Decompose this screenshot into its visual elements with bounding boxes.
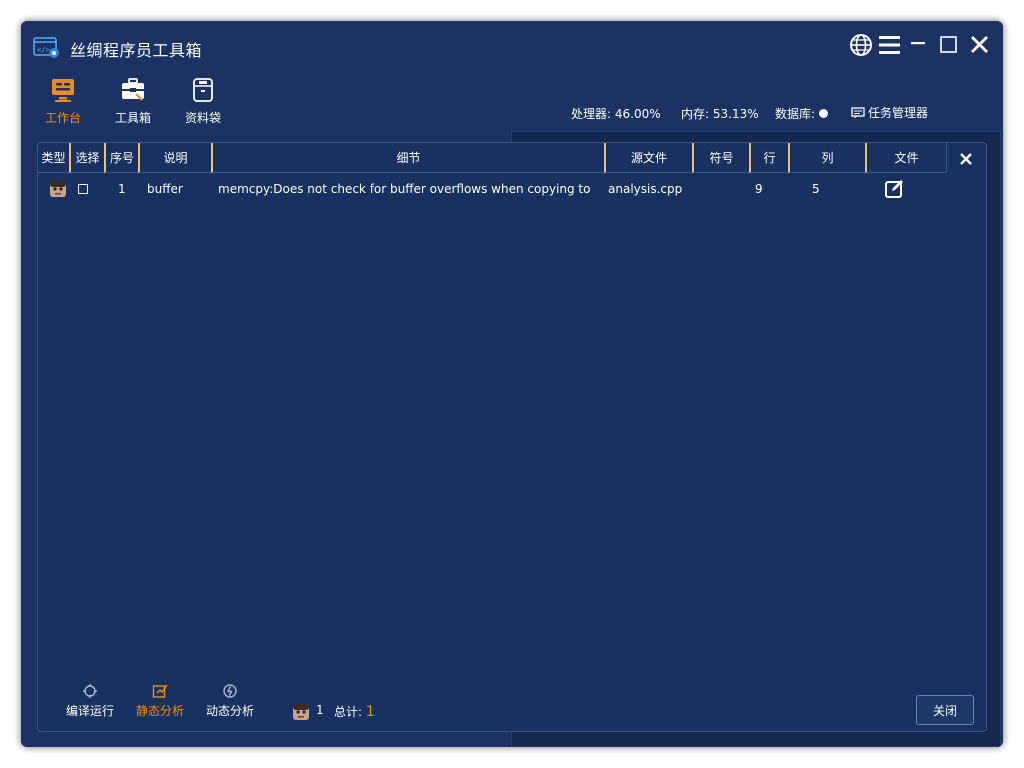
column-header-column[interactable]: 列 [788, 143, 865, 173]
issue-count: 1 [316, 703, 324, 717]
app-title: 丝绸程序员工具箱 [70, 41, 203, 60]
close-icon[interactable] [967, 32, 993, 58]
nav-label: 资料袋 [184, 111, 221, 125]
app-window: </> 丝绸程序员工具箱 工作台 工具箱 资料袋 处理器: 46.00% 内存:… [21, 21, 1003, 747]
row-source-file: analysis.cpp [608, 182, 683, 196]
cpu-usage: 处理器: 46.00% [571, 107, 661, 121]
static-analysis-icon [152, 684, 168, 698]
minimize-icon[interactable] [907, 32, 933, 58]
maximize-icon[interactable] [936, 32, 962, 58]
total-label: 总计: [334, 705, 363, 719]
database-label: 数据库: [775, 107, 816, 121]
total-summary: 总计: 1 [334, 703, 375, 720]
title-bar[interactable]: </> 丝绸程序员工具箱 [21, 21, 1003, 73]
nav-workbench[interactable]: 工作台 [33, 75, 93, 125]
nav-folder-bag[interactable]: 资料袋 [173, 75, 233, 125]
row-description: buffer [147, 182, 183, 196]
menu-icon[interactable] [877, 32, 903, 58]
compile-run-icon [83, 684, 97, 698]
folder-bag-icon [193, 78, 213, 102]
language-icon[interactable] [848, 32, 874, 58]
memory-usage: 内存: 53.13% [681, 107, 759, 121]
nav-toolbox[interactable]: 工具箱 [103, 75, 163, 125]
nav-label: 工作台 [44, 111, 81, 125]
row-select-checkbox[interactable] [78, 184, 88, 194]
static-analysis-dialog: 类型 选择 序号 说明 细节 源文件 符号 行 列 文件 1 buffer me… [37, 142, 987, 732]
column-header-symbol[interactable]: 符号 [692, 143, 749, 173]
task-manager-button[interactable]: 任务管理器 [851, 104, 928, 121]
toolbox-icon [122, 78, 144, 101]
task-manager-label: 任务管理器 [868, 106, 929, 120]
tab-compile-run[interactable]: 编译运行 [60, 683, 120, 719]
tab-dynamic-analysis[interactable]: 动态分析 [200, 683, 260, 719]
column-header-source[interactable]: 源文件 [604, 143, 692, 173]
tab-label: 动态分析 [205, 704, 254, 718]
column-header-type[interactable]: 类型 [38, 143, 69, 173]
footer-avatar-icon [293, 704, 309, 720]
dynamic-analysis-icon [223, 684, 237, 698]
column-header-detail[interactable]: 细节 [211, 143, 604, 173]
table-row[interactable]: 1 buffer memcpy:Does not check for buffe… [38, 175, 986, 203]
column-header-line[interactable]: 行 [749, 143, 788, 173]
table-header: 类型 选择 序号 说明 细节 源文件 符号 行 列 文件 [38, 143, 986, 173]
app-logo-icon: </> [33, 37, 59, 58]
row-line: 9 [755, 182, 763, 196]
database-status: 数据库: [775, 105, 829, 122]
row-index: 1 [118, 182, 126, 196]
row-symbol [698, 175, 746, 203]
column-header-select[interactable]: 选择 [69, 143, 104, 173]
dialog-close-icon[interactable] [956, 149, 976, 169]
close-button[interactable]: 关闭 [916, 695, 974, 725]
column-header-index[interactable]: 序号 [104, 143, 138, 173]
total-value: 1 [365, 704, 375, 720]
task-manager-icon [851, 107, 865, 119]
edit-icon[interactable] [884, 179, 904, 199]
tab-label: 静态分析 [135, 704, 184, 718]
workbench-icon [52, 79, 74, 102]
column-header-file[interactable]: 文件 [865, 143, 947, 173]
database-status-dot [819, 109, 829, 118]
column-header-description[interactable]: 说明 [138, 143, 211, 173]
row-detail: memcpy:Does not check for buffer overflo… [218, 182, 594, 196]
nav-label: 工具箱 [114, 111, 151, 125]
tab-static-analysis[interactable]: 静态分析 [130, 683, 190, 719]
avatar-icon [50, 181, 66, 197]
row-column: 5 [812, 182, 820, 196]
tab-label: 编译运行 [65, 704, 114, 718]
svg-text:</>: </> [37, 46, 50, 54]
